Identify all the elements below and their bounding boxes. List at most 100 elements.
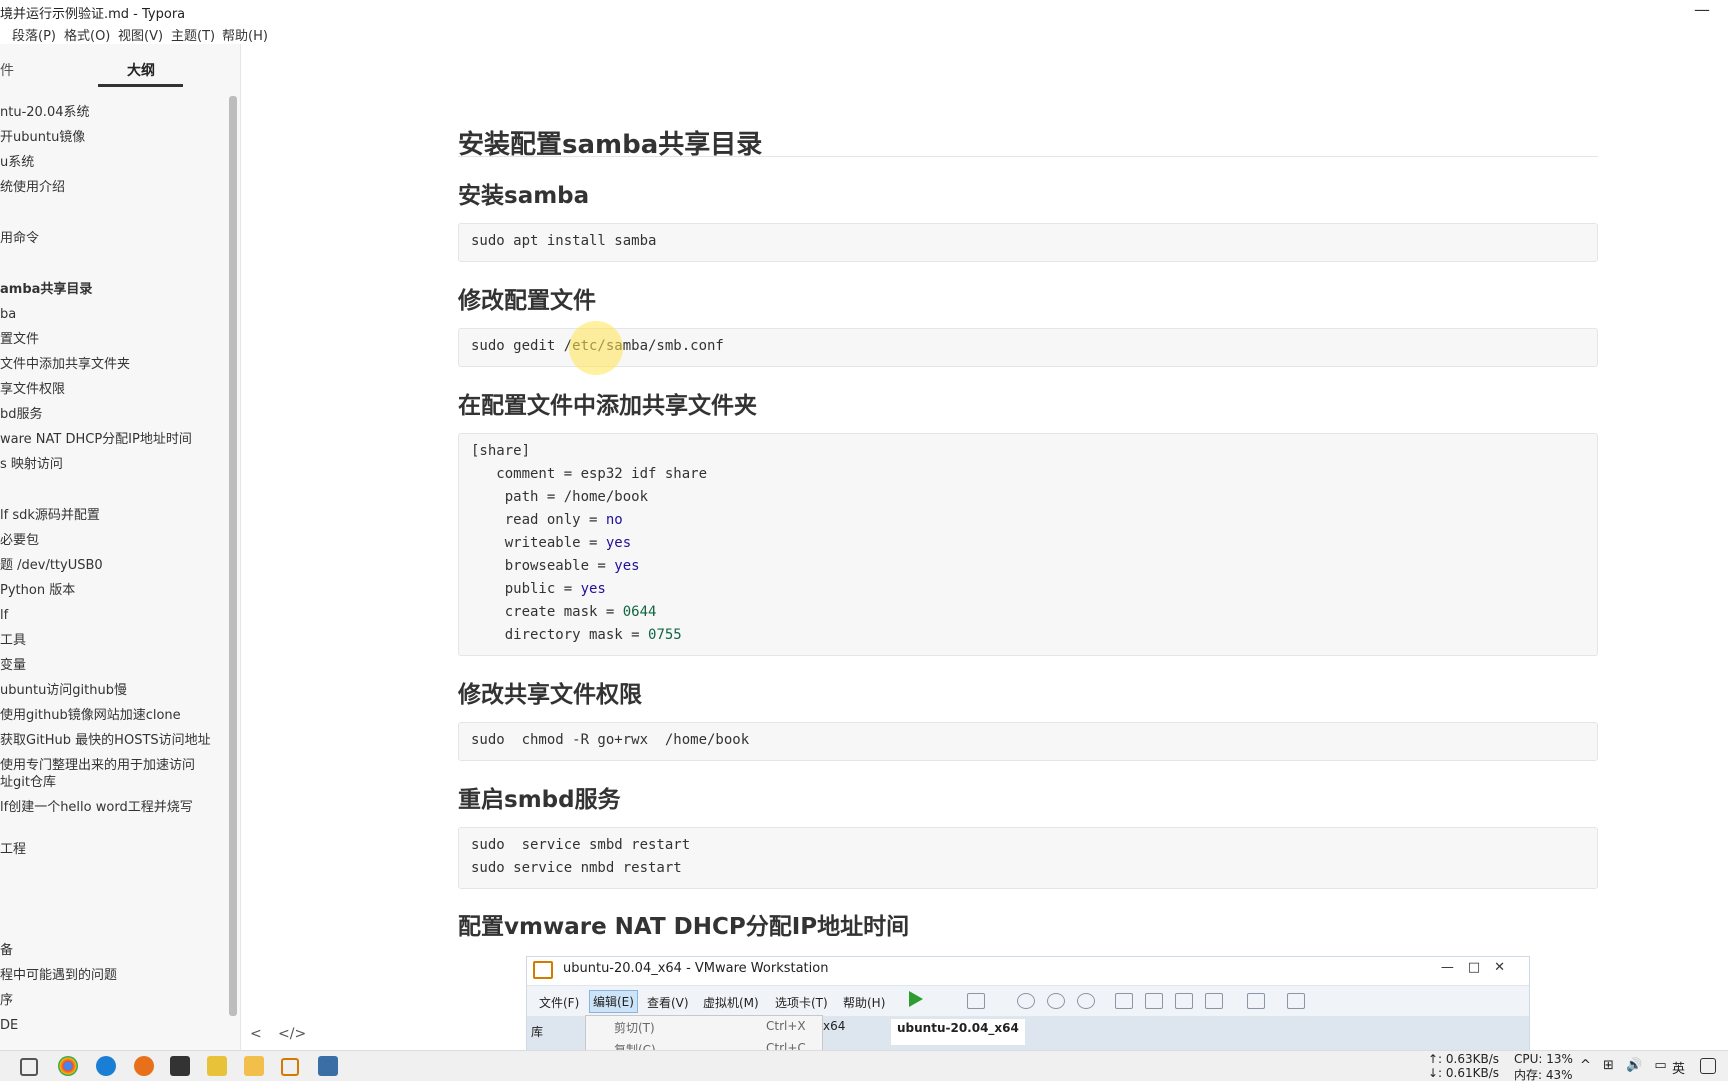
outline-item[interactable]: 文件中添加共享文件夹 [0, 356, 130, 373]
vmware-tab-active: ubuntu-20.04_x64 [891, 1019, 1025, 1045]
code-line: create mask = 0644 [471, 604, 657, 620]
outline-item[interactable]: DE [0, 1017, 18, 1034]
outline-item[interactable]: u系统 [0, 154, 34, 171]
outline-item[interactable]: ba [0, 306, 16, 323]
outline-item[interactable]: 开ubuntu镜像 [0, 129, 85, 146]
taskbar: ↑: 0.63KB/s ↓: 0.61KB/s CPU: 13% 内存: 43%… [0, 1050, 1728, 1082]
outline-item[interactable]: ntu-20.04系统 [0, 104, 89, 121]
vmware-menu-file: 文件(F) [539, 996, 580, 1010]
shortcut-cut: Ctrl+X [766, 1019, 806, 1033]
outline-item[interactable]: lf创建一个hello word工程并烧写 [0, 799, 193, 816]
vmware-window-buttons: —□✕ [1440, 960, 1519, 975]
console-icon [1247, 993, 1265, 1009]
menu-format[interactable]: 格式(O) [64, 25, 110, 44]
active-tab-indicator [98, 84, 183, 87]
code-block-edit-config[interactable]: sudo gedit /etc/samba/smb.conf [458, 328, 1598, 367]
outline-item[interactable]: 程中可能遇到的问题 [0, 967, 117, 984]
outline-item[interactable]: 使用专门整理出来的用于加速访问 [0, 757, 195, 774]
edge-icon[interactable] [96, 1056, 116, 1076]
outline-item[interactable]: ubuntu访问github慢 [0, 682, 127, 699]
heading-install-samba: 安装samba [458, 183, 590, 209]
outline-item[interactable]: 工具 [0, 632, 26, 649]
ime-indicator[interactable]: 英 [1672, 1058, 1689, 1077]
library-label: 库 [531, 1025, 544, 1039]
source-mode-button[interactable]: </> [278, 1026, 306, 1042]
outline-item[interactable]: 序 [0, 992, 13, 1009]
code-line: sudo service nmbd restart [471, 860, 682, 876]
outline-item[interactable]: lf sdk源码并配置 [0, 507, 100, 524]
outline-item[interactable]: 获取GitHub 最快的HOSTS访问地址 [0, 732, 211, 749]
chrome-icon[interactable] [58, 1056, 78, 1076]
tab-files[interactable]: 件 [0, 60, 14, 80]
outline-item[interactable]: 统使用介绍 [0, 179, 65, 196]
outline-item[interactable]: lf [0, 607, 8, 624]
title-bar: 境并运行示例验证.md - Typora — [0, 0, 1728, 22]
outline-item[interactable]: 变量 [0, 657, 26, 674]
firefox-icon[interactable] [134, 1056, 154, 1076]
menu-help[interactable]: 帮助(H) [222, 25, 268, 44]
code-block-restart[interactable]: sudo service smbd restart sudo service n… [458, 827, 1598, 889]
heading-vmware-dhcp: 配置vmware NAT DHCP分配IP地址时间 [458, 914, 910, 940]
menu-paragraph[interactable]: 段落(P) [12, 25, 56, 44]
ime-mode-icon[interactable] [1700, 1058, 1716, 1074]
snapshot-manager-icon [1077, 993, 1095, 1009]
outline-item[interactable]: bd服务 [0, 406, 43, 423]
outline-item[interactable]: 必要包 [0, 532, 39, 549]
download-speed: ↓: 0.61KB/s [1428, 1066, 1500, 1080]
code-line: directory mask = 0755 [471, 627, 682, 643]
code-line: comment = esp32 idf share [471, 466, 708, 482]
file-explorer-icon[interactable] [244, 1056, 264, 1076]
code-line: sudo chmod -R go+rwx /home/book [471, 732, 750, 748]
outline-item[interactable]: 置文件 [0, 331, 39, 348]
outline-item[interactable]: 题 /dev/ttyUSB0 [0, 557, 103, 574]
taskview-icon[interactable] [20, 1058, 38, 1076]
back-button[interactable]: < [250, 1026, 262, 1042]
typora-icon[interactable] [170, 1056, 190, 1076]
outline-item[interactable]: 用命令 [0, 230, 39, 247]
vmware-menu-edit: 编辑(E) [589, 990, 638, 1013]
vmware-menu-help: 帮助(H) [843, 996, 886, 1010]
sidebar-scrollbar[interactable] [229, 96, 237, 1016]
outline-item[interactable]: 使用github镜像网站加速clone [0, 707, 181, 724]
code-line: read only = no [471, 512, 623, 528]
tray-icons[interactable]: ^ ⊞ 🔊 ▭ [1580, 1058, 1671, 1073]
app-icon[interactable] [207, 1056, 227, 1076]
menu-theme[interactable]: 主题(T) [171, 25, 215, 44]
vmware-menu-vm: 虚拟机(M) [703, 996, 759, 1010]
outline-item[interactable]: 址git仓库 [0, 774, 56, 791]
code-line: [share] [471, 443, 531, 459]
menu-bar: 段落(P) 格式(O) 视图(V) 主题(T) 帮助(H) [0, 22, 1728, 44]
tab-outline[interactable]: 大纲 [127, 60, 155, 80]
print-icon [967, 993, 985, 1009]
screen-tool-icon[interactable] [318, 1056, 338, 1076]
outline-item[interactable]: ware NAT DHCP分配IP地址时间 [0, 431, 192, 448]
code-block-share-config[interactable]: [share] comment = esp32 idf share path =… [458, 433, 1598, 656]
code-line: public = yes [471, 581, 606, 597]
memory-usage: 内存: 43% [1514, 1068, 1573, 1082]
outline-item[interactable]: 享文件权限 [0, 381, 65, 398]
menu-view[interactable]: 视图(V) [118, 25, 163, 44]
code-block-chmod[interactable]: sudo chmod -R go+rwx /home/book [458, 722, 1598, 761]
window-title: 境并运行示例验证.md - Typora [0, 7, 186, 22]
vmware-menu-view: 查看(V) [647, 996, 689, 1010]
code-line: writeable = yes [471, 535, 632, 551]
stretch-icon [1287, 993, 1305, 1009]
outline-item[interactable]: Python 版本 [0, 582, 75, 599]
heading-add-share: 在配置文件中添加共享文件夹 [458, 393, 757, 419]
heading-restart-smbd: 重启smbd服务 [458, 787, 621, 813]
code-line: path = /home/book [471, 489, 649, 505]
heading-rule [458, 156, 1598, 157]
sidebar-toggle-icon [1115, 993, 1133, 1009]
outline-item[interactable]: 备 [0, 942, 13, 959]
minimize-button[interactable]: — [1694, 0, 1710, 19]
code-block-install[interactable]: sudo apt install samba [458, 223, 1598, 262]
outline-item[interactable]: amba共享目录 [0, 281, 92, 298]
embedded-vmware-image: ubuntu-20.04_x64 - VMware Workstation —□… [526, 956, 1530, 1062]
heading-edit-config: 修改配置文件 [458, 288, 596, 314]
unity-icon [1205, 993, 1223, 1009]
vmware-tab-partial: x64 [823, 1019, 846, 1033]
outline-item[interactable]: s 映射访问 [0, 456, 63, 473]
play-icon [909, 991, 923, 1007]
vmware-icon[interactable] [281, 1058, 299, 1076]
outline-item[interactable]: 工程 [0, 841, 26, 858]
